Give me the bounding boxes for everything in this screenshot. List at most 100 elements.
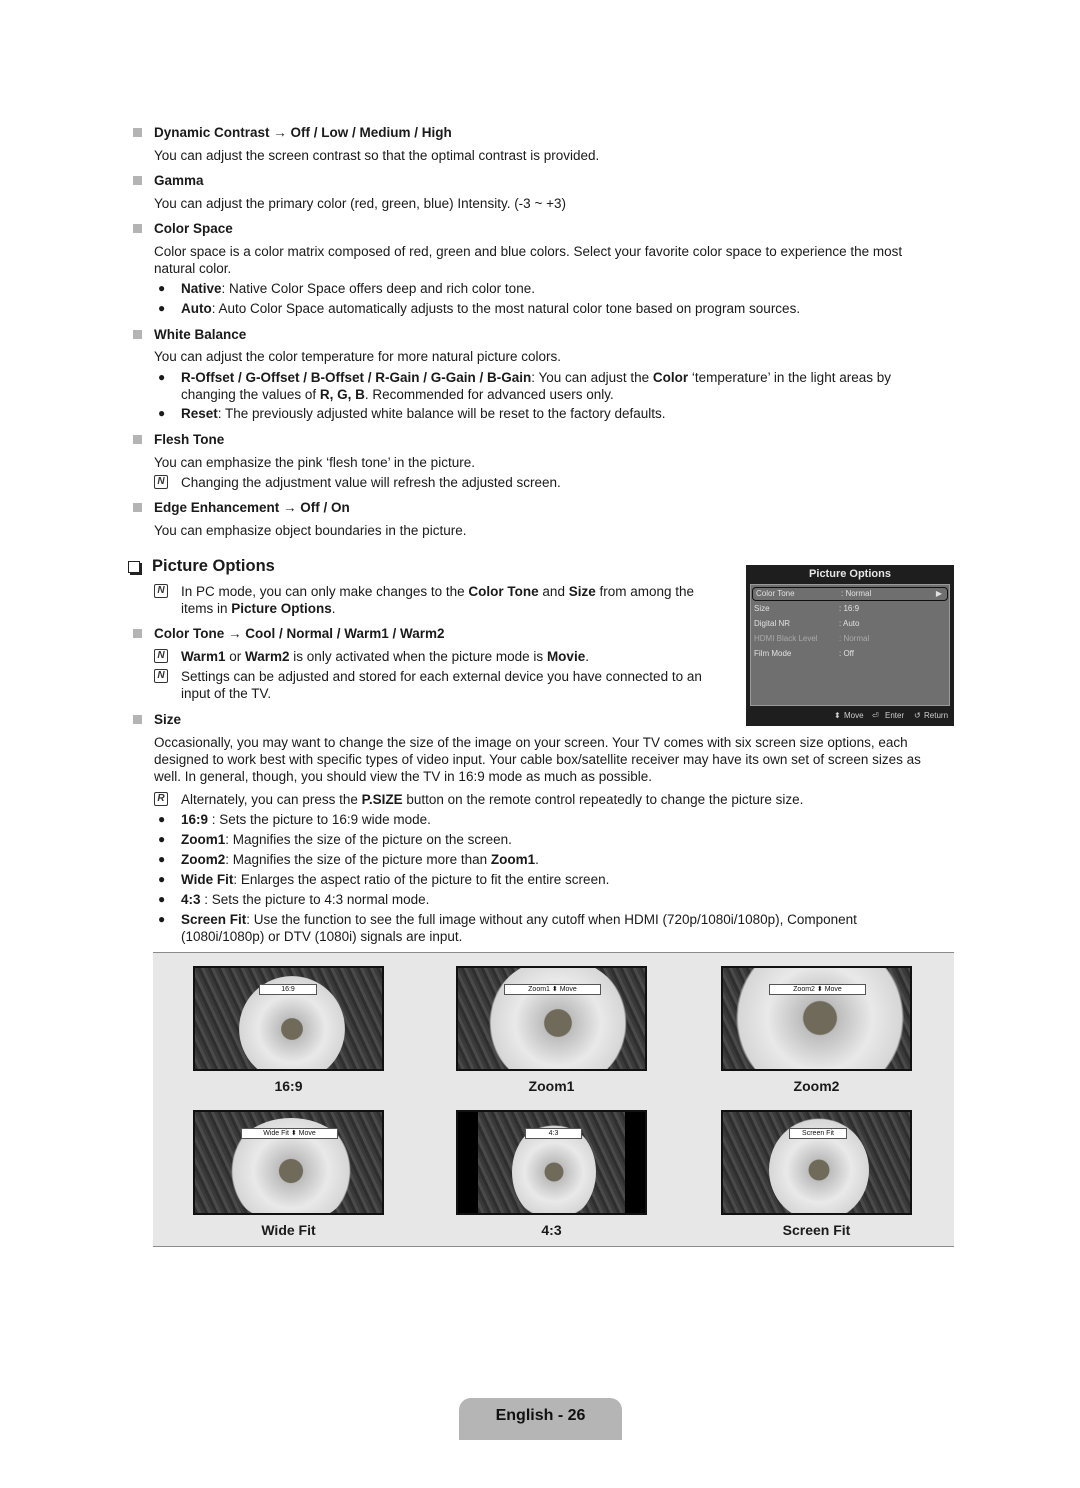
heading-text: White Balance (154, 327, 247, 342)
caption-wide-fit: Wide Fit (261, 1222, 316, 1238)
bullet-reset: ● Reset: The previously adjusted white ba… (158, 405, 928, 422)
caption-zoom2: Zoom2 (793, 1078, 840, 1094)
term: Zoom1 (490, 852, 536, 867)
osd-row-film-mode[interactable]: Film Mode : Off (751, 646, 949, 661)
osd-row-value: : Off (839, 649, 854, 658)
heading-flesh-tone: Flesh Tone (133, 431, 224, 448)
caption-16-9: 16:9 (274, 1078, 303, 1094)
term: P.SIZE (361, 792, 403, 807)
osd-row-size[interactable]: Size: 16:9 (751, 601, 949, 616)
square-bullet-icon (133, 435, 142, 444)
term: 4:3 (181, 892, 201, 907)
note-text: . (585, 649, 589, 664)
note-text: and (538, 584, 569, 599)
heading-color-tone: Color Tone → Cool / Normal / Warm1 / War… (133, 625, 445, 642)
bullet-dot-icon: ● (158, 832, 166, 846)
heading-text: Edge Enhancement → Off / On (154, 500, 350, 515)
heading-dynamic-contrast: Dynamic Contrast → Off / Low / Medium / … (133, 124, 452, 141)
thumb-osd-label: Zoom2 ⬍ Move (769, 984, 866, 995)
color-space-desc: Color space is a color matrix composed o… (154, 244, 903, 276)
bullet-native: ● Native: Native Color Space offers deep … (158, 280, 928, 297)
term: Picture Options (231, 601, 332, 616)
note-text: . (331, 601, 336, 616)
bullet-dot-icon: ● (158, 406, 166, 420)
thumb-osd-label: Wide Fit ⬍ Move (241, 1128, 338, 1139)
term: Size (568, 584, 596, 599)
bullet-text: : Magnifies the size of the picture more… (225, 852, 491, 867)
flower-image (735, 968, 905, 1069)
white-balance-desc: You can adjust the color temperature for… (154, 349, 561, 364)
bullet-text: : Native Color Space offers deep and ric… (221, 281, 535, 296)
thumb-wide-fit: Wide Fit ⬍ Move (193, 1110, 384, 1215)
osd-enter-label: Enter (885, 711, 905, 720)
checkbox-square-icon (128, 560, 140, 573)
caption-4-3: 4:3 (541, 1222, 562, 1238)
bullet-16-9: ● 16:9 : Sets the picture to 16:9 wide mo… (158, 811, 928, 828)
bullet-dot-icon: ● (158, 812, 166, 826)
pillarbox-right (625, 1112, 645, 1213)
term: R, G, B (319, 387, 365, 402)
pillarbox-left (458, 1112, 478, 1213)
bullet-text: : Enlarges the aspect ratio of the pictu… (233, 872, 610, 887)
thumb-osd-label: Screen Fit (789, 1128, 847, 1139)
heading-text: Size (154, 712, 182, 727)
osd-return-label: Return (924, 711, 949, 720)
note-icon: N (154, 649, 168, 663)
square-bullet-icon (133, 224, 142, 233)
term: Zoom2 (181, 852, 226, 867)
bullet-offset-gain: ● R-Offset / G-Offset / B-Offset / R-Gain… (158, 369, 928, 403)
square-bullet-icon (133, 330, 142, 339)
osd-picture-options-menu: Picture Options Color Tone: Normal ▶ Size… (746, 565, 954, 726)
osd-move-label: Move (844, 711, 864, 720)
term: Auto (181, 301, 212, 316)
bullet-zoom2: ● Zoom2: Magnifies the size of the pictur… (158, 851, 928, 868)
osd-row-color-tone[interactable]: Color Tone: Normal ▶ (752, 587, 948, 601)
note-text: or (225, 649, 246, 664)
heading-text: Flesh Tone (154, 432, 225, 447)
flower-image (488, 968, 628, 1069)
thumb-osd-label: Zoom1 ⬍ Move (504, 984, 601, 995)
heading-edge-enhancement: Edge Enhancement → Off / On (133, 499, 350, 516)
bullet-dot-icon: ● (158, 892, 166, 906)
bullet-text: : Sets the picture to 4:3 normal mode. (200, 892, 430, 907)
bullet-text: . Recommended for advanced users only. (364, 387, 614, 402)
bullet-4-3: ● 4:3 : Sets the picture to 4:3 normal mo… (158, 891, 928, 908)
edge-enhancement-desc: You can emphasize object boundaries in t… (154, 523, 467, 538)
osd-menu-list: Color Tone: Normal ▶ Size: 16:9 Digital N… (750, 584, 950, 706)
note-icon: N (154, 584, 168, 598)
note-text: is only activated when the picture mode … (289, 649, 547, 664)
heading-text: Dynamic Contrast → Off / Low / Medium / … (154, 125, 452, 140)
bullet-text: . (535, 852, 539, 867)
bullet-dot-icon: ● (158, 281, 166, 295)
bullet-text: : Auto Color Space automatically adjusts… (211, 301, 801, 316)
osd-row-digital-nr[interactable]: Digital NR: Auto (751, 616, 949, 631)
note-flesh-tone: N Changing the adjustment value will refr… (154, 474, 561, 491)
thumb-osd-label: 4:3 (525, 1128, 582, 1139)
thumb-16-9: 16:9 (193, 966, 384, 1071)
osd-row-label: Film Mode (754, 649, 792, 658)
note-text: button on the remote control repeatedly … (402, 792, 804, 807)
term: Native (181, 281, 222, 296)
thumb-4-3: 4:3 (456, 1110, 647, 1215)
bullet-dot-icon: ● (158, 872, 166, 886)
bullet-text: : The previously adjusted white balance … (217, 406, 666, 421)
thumb-zoom1: Zoom1 ⬍ Move (456, 966, 647, 1071)
term: Zoom1 (181, 832, 226, 847)
bullet-auto: ● Auto: Auto Color Space automatically ad… (158, 300, 928, 317)
note-icon: N (154, 475, 168, 489)
section-title-text: Picture Options (152, 557, 275, 575)
note-pc-mode: N In PC mode, you can only make changes t… (154, 583, 714, 617)
return-icon: ↺ (914, 711, 921, 720)
term: 16:9 (181, 812, 209, 827)
thumb-osd-label: 16:9 (259, 984, 317, 995)
gamma-desc: You can adjust the primary color (red, g… (154, 196, 566, 211)
term: Movie (546, 649, 586, 664)
bullet-dot-icon: ● (158, 370, 166, 384)
term: Color Tone (468, 584, 539, 599)
osd-footer: ⬍ Move ⏎ Enter ↺ Return (746, 706, 954, 726)
square-bullet-icon (133, 715, 142, 724)
square-bullet-icon (133, 629, 142, 638)
bullet-wide-fit: ● Wide Fit: Enlarges the aspect ratio of … (158, 871, 928, 888)
note-icon: N (154, 669, 168, 683)
dynamic-contrast-desc: You can adjust the screen contrast so th… (154, 148, 600, 163)
